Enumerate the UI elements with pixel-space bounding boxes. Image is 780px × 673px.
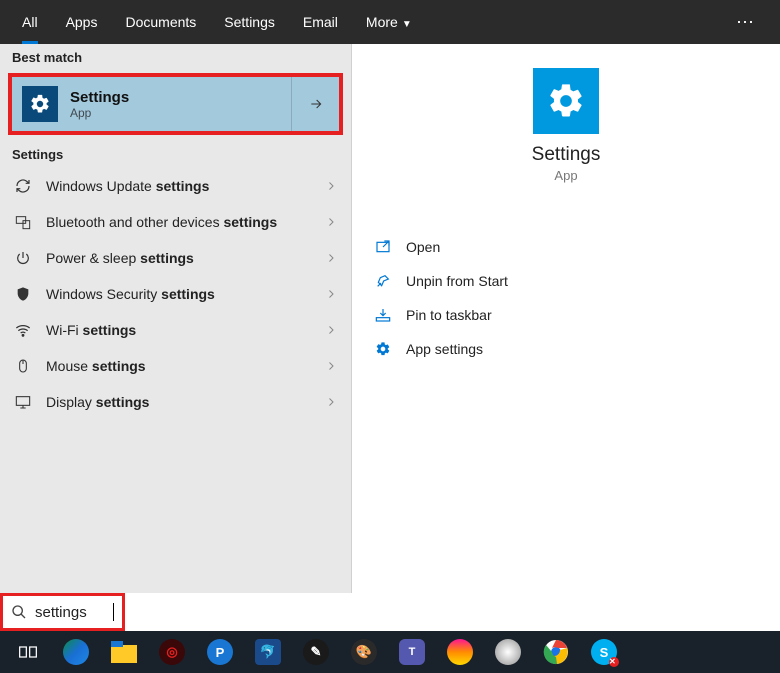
result-label: Wi-Fi settings: [46, 322, 311, 338]
search-box-row: [0, 593, 740, 631]
taskbar-app-6[interactable]: 🐬: [246, 634, 290, 670]
task-view-button[interactable]: [6, 634, 50, 670]
settings-result-item[interactable]: Bluetooth and other devices settings: [0, 204, 351, 240]
chevron-right-icon: [325, 360, 337, 372]
action-label: Open: [406, 239, 440, 255]
taskbar-app-edge[interactable]: [54, 634, 98, 670]
settings-result-item[interactable]: Windows Security settings: [0, 276, 351, 312]
taskbar: ◎ P 🐬 ✎ 🎨 T S✕: [0, 631, 780, 673]
overflow-menu-icon[interactable]: ⋯: [720, 12, 772, 33]
chevron-down-icon: ▼: [402, 3, 412, 47]
tab-more[interactable]: More▼: [352, 0, 426, 44]
tab-all[interactable]: All: [8, 0, 52, 44]
best-match-header: Best match: [0, 44, 351, 71]
settings-section-header: Settings: [0, 141, 351, 168]
chevron-right-icon: [325, 216, 337, 228]
pin-tb-icon: [374, 306, 392, 324]
best-match-title: Settings: [70, 89, 129, 106]
taskbar-app-skype[interactable]: S✕: [582, 634, 626, 670]
preview-subtitle: App: [370, 168, 762, 183]
best-match-result[interactable]: Settings App: [8, 73, 343, 135]
action-label: Unpin from Start: [406, 273, 508, 289]
search-icon: [11, 604, 27, 620]
taskbar-app-11[interactable]: [486, 634, 530, 670]
search-results-panel: Best match Settings App Settings Windows…: [0, 44, 780, 631]
settings-result-item[interactable]: Wi-Fi settings: [0, 312, 351, 348]
shield-icon: [14, 285, 32, 303]
action-gear[interactable]: App settings: [370, 333, 762, 365]
action-label: App settings: [406, 341, 483, 357]
taskbar-app-4[interactable]: ◎: [150, 634, 194, 670]
chevron-right-icon: [325, 396, 337, 408]
taskbar-app-10[interactable]: [438, 634, 482, 670]
result-label: Mouse settings: [46, 358, 311, 374]
result-label: Windows Security settings: [46, 286, 311, 302]
chevron-right-icon: [325, 252, 337, 264]
taskbar-app-teams[interactable]: T: [390, 634, 434, 670]
chevron-right-icon: [325, 180, 337, 192]
action-label: Pin to taskbar: [406, 307, 492, 323]
mouse-icon: [14, 357, 32, 375]
search-input[interactable]: [35, 604, 105, 621]
settings-result-item[interactable]: Power & sleep settings: [0, 240, 351, 276]
open-icon: [374, 238, 392, 256]
show-details-button[interactable]: [291, 77, 339, 131]
action-open[interactable]: Open: [370, 231, 762, 263]
search-box[interactable]: [0, 593, 125, 631]
result-label: Power & sleep settings: [46, 250, 311, 266]
taskbar-app-chrome[interactable]: [534, 634, 578, 670]
chevron-right-icon: [325, 288, 337, 300]
taskbar-app-5[interactable]: P: [198, 634, 242, 670]
tab-apps[interactable]: Apps: [52, 0, 112, 44]
gear-icon: [22, 86, 58, 122]
settings-result-item[interactable]: Display settings: [0, 384, 351, 420]
tab-documents[interactable]: Documents: [111, 0, 210, 44]
refresh-icon: [14, 177, 32, 195]
preview-title: Settings: [370, 144, 762, 166]
result-label: Windows Update settings: [46, 178, 311, 194]
results-list: Best match Settings App Settings Windows…: [0, 44, 352, 631]
unpin-icon: [374, 272, 392, 290]
chevron-right-icon: [325, 324, 337, 336]
devices-icon: [14, 213, 32, 231]
gear-icon: [533, 68, 599, 134]
tab-email[interactable]: Email: [289, 0, 352, 44]
taskbar-app-explorer[interactable]: [102, 634, 146, 670]
text-cursor: [113, 603, 114, 621]
gear-icon: [374, 340, 392, 358]
result-label: Display settings: [46, 394, 311, 410]
result-label: Bluetooth and other devices settings: [46, 214, 311, 230]
best-match-subtitle: App: [70, 106, 129, 120]
settings-result-item[interactable]: Windows Update settings: [0, 168, 351, 204]
display-icon: [14, 393, 32, 411]
preview-pane: Settings App Open Unpin from Start Pin to …: [352, 44, 780, 631]
tab-settings[interactable]: Settings: [210, 0, 289, 44]
settings-result-item[interactable]: Mouse settings: [0, 348, 351, 384]
search-tabs-bar: All Apps Documents Settings Email More▼ …: [0, 0, 780, 44]
action-pin-tb[interactable]: Pin to taskbar: [370, 299, 762, 331]
taskbar-app-paint[interactable]: 🎨: [342, 634, 386, 670]
taskbar-app-7[interactable]: ✎: [294, 634, 338, 670]
wifi-icon: [14, 321, 32, 339]
action-unpin[interactable]: Unpin from Start: [370, 265, 762, 297]
power-icon: [14, 249, 32, 267]
